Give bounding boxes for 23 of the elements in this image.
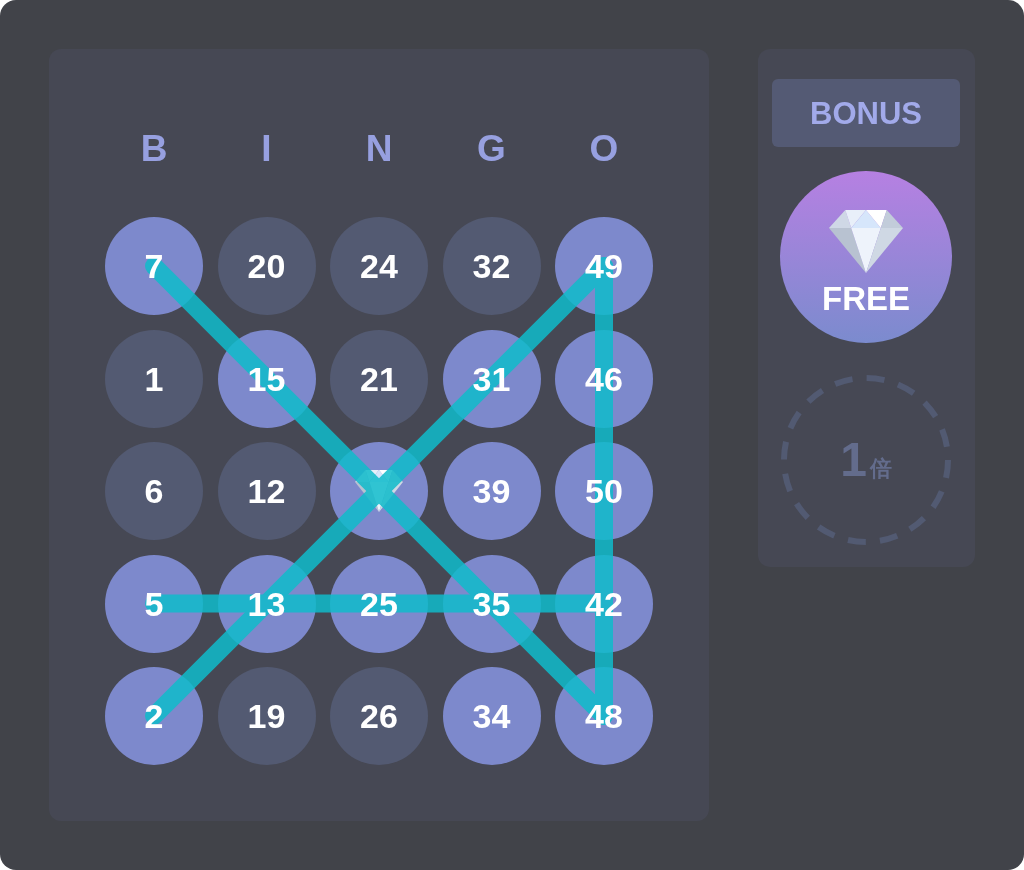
number-ball: 6: [105, 442, 203, 540]
number-ball: 12: [217, 442, 316, 540]
number-ball: 20: [217, 217, 316, 315]
column-letter: O: [588, 130, 620, 168]
multiplier-unit: 倍: [869, 458, 892, 480]
bonus-button[interactable]: BONUS: [772, 79, 960, 147]
diamond-icon: [829, 210, 903, 273]
number-ball: 34: [442, 667, 541, 765]
column-letter: N: [364, 130, 394, 168]
column-letter: G: [476, 130, 507, 168]
column-letter: B: [139, 130, 169, 168]
number-ball: 19: [217, 667, 316, 765]
column-letter: I: [260, 130, 273, 168]
multiplier-value: 1: [840, 436, 867, 484]
free-label: FREE: [822, 281, 910, 318]
number-ball: 32: [442, 217, 541, 315]
diamond-icon: [355, 470, 403, 512]
number-ball: 21: [330, 329, 428, 428]
number-ball: 39: [442, 442, 541, 540]
number-ball: 26: [330, 667, 428, 765]
number-ball: 1: [105, 329, 203, 428]
number-ball: 24: [330, 217, 428, 315]
number-ball: 5: [105, 554, 203, 653]
